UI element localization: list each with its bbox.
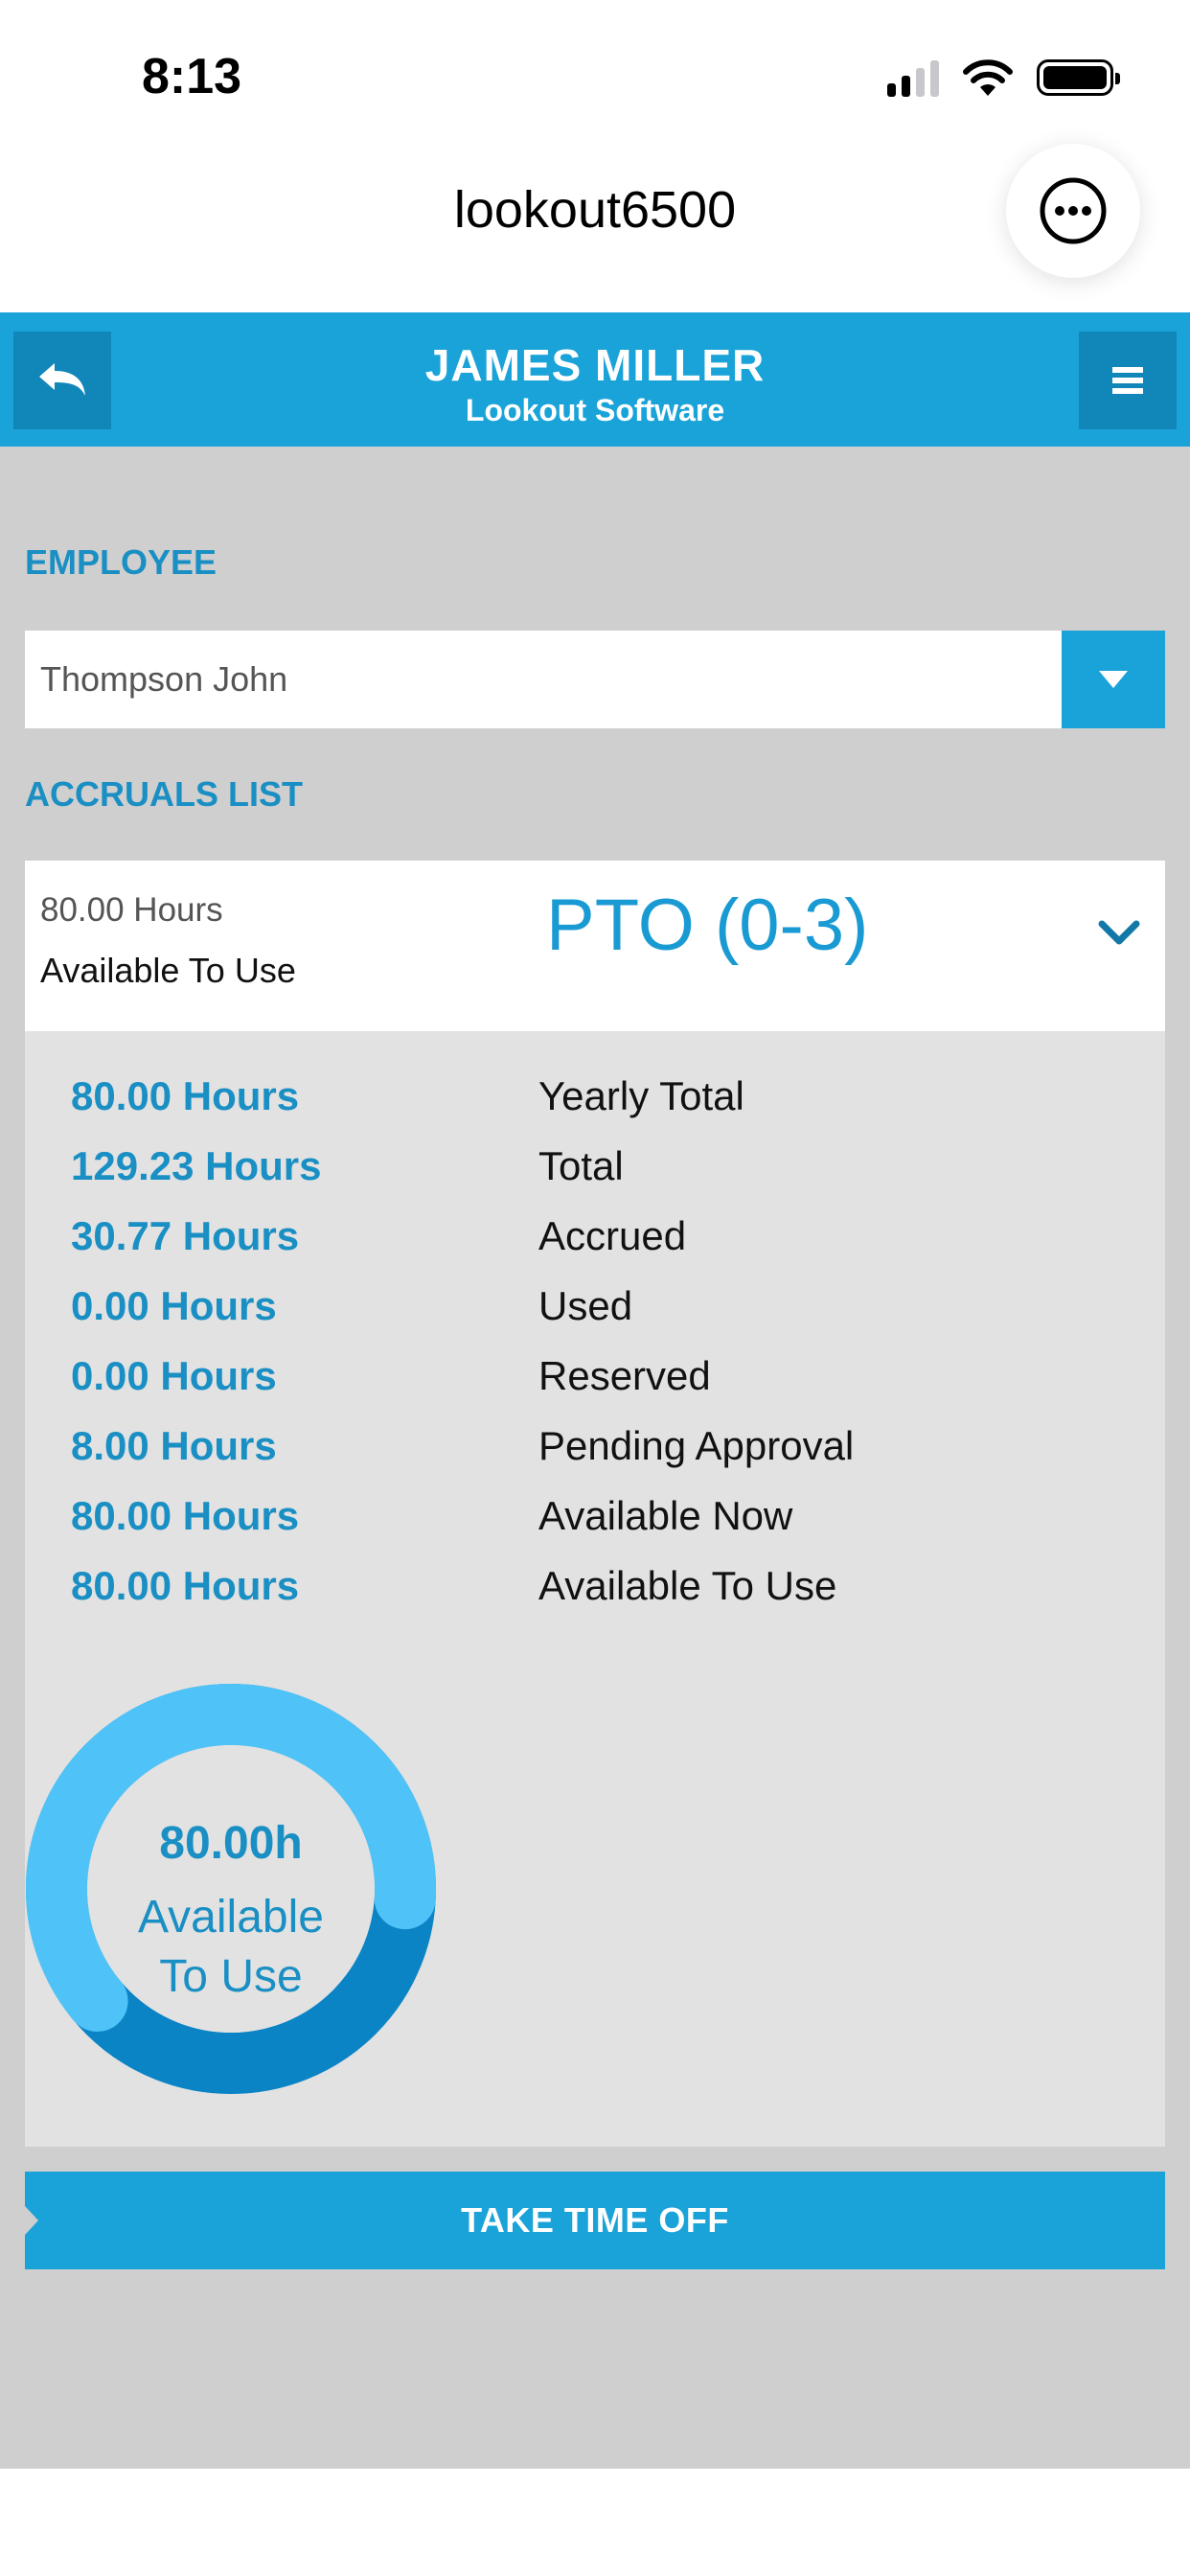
detail-row: 30.77 Hours Accrued [25, 1213, 1165, 1283]
detail-row: 80.00 Hours Yearly Total [25, 1073, 1165, 1143]
detail-value: 80.00 Hours [71, 1563, 300, 1608]
detail-label: Total [538, 1143, 624, 1188]
accrual-name: PTO (0-3) [546, 885, 869, 966]
detail-value: 30.77 Hours [71, 1213, 300, 1258]
app-header: JAMES MILLER Lookout Software [0, 312, 1190, 447]
detail-row: 129.23 Hours Total [25, 1143, 1165, 1213]
employee-select[interactable]: Thompson John [25, 631, 1165, 728]
take-time-off-button[interactable]: TAKE TIME OFF [25, 2172, 1165, 2269]
detail-value: 0.00 Hours [71, 1353, 277, 1398]
detail-value: 129.23 Hours [71, 1143, 322, 1188]
detail-label: Yearly Total [538, 1073, 744, 1118]
availability-donut: 80.00h Available To Use [25, 1683, 437, 2095]
donut-label-line1: Available [138, 1892, 324, 1943]
company-name: Lookout Software [465, 393, 725, 427]
detail-value: 80.00 Hours [71, 1493, 300, 1538]
accrual-hours-caption: Available To Use [40, 951, 296, 990]
detail-label: Used [538, 1283, 633, 1328]
employee-label: EMPLOYEE [25, 542, 217, 582]
detail-value: 0.00 Hours [71, 1283, 277, 1328]
detail-label: Reserved [538, 1353, 711, 1398]
accruals-list-label: ACCRUALS LIST [25, 774, 303, 814]
status-bar: 8:13 [0, 0, 1190, 144]
detail-value: 80.00 Hours [71, 1073, 300, 1118]
detail-row: 80.00 Hours Available Now [25, 1493, 1165, 1563]
donut-text: 80.00h Available To Use [25, 1683, 437, 2095]
cellular-signal-icon [887, 58, 939, 97]
detail-label: Pending Approval [538, 1423, 855, 1468]
more-options-button[interactable] [1006, 144, 1140, 278]
accrual-hours: 80.00 Hours [40, 891, 223, 929]
detail-label: Available Now [538, 1493, 793, 1538]
status-time: 8:13 [142, 49, 242, 104]
donut-value: 80.00h [159, 1818, 303, 1869]
employee-dropdown-button[interactable] [1062, 631, 1165, 728]
detail-row: 80.00 Hours Available To Use [25, 1563, 1165, 1633]
detail-label: Available To Use [538, 1563, 837, 1608]
status-icons [887, 58, 1120, 98]
user-name: JAMES MILLER [424, 340, 766, 390]
accrual-header[interactable]: 80.00 Hours Available To Use PTO (0-3) [25, 861, 1165, 1046]
donut-label-line2: To Use [159, 1951, 303, 2002]
button-notch [25, 2206, 38, 2235]
employee-selected-value: Thompson John [40, 659, 288, 699]
main-content: EMPLOYEE Thompson John ACCRUALS LIST 80.… [0, 447, 1190, 2469]
detail-row: 0.00 Hours Used [25, 1283, 1165, 1353]
hamburger-menu-icon [1112, 367, 1143, 394]
take-time-off-label: TAKE TIME OFF [461, 2200, 729, 2240]
detail-value: 8.00 Hours [71, 1423, 277, 1468]
browser-title-bar: lookout6500 [0, 144, 1190, 312]
battery-icon [1037, 59, 1120, 96]
detail-row: 8.00 Hours Pending Approval [25, 1423, 1165, 1493]
detail-label: Accrued [538, 1213, 687, 1258]
detail-row: 0.00 Hours Reserved [25, 1353, 1165, 1423]
accrual-card: 80.00 Hours Available To Use PTO (0-3) 8… [25, 861, 1165, 2147]
wifi-icon [963, 59, 1013, 96]
menu-button[interactable] [1079, 332, 1177, 429]
chevron-down-icon[interactable] [1098, 918, 1140, 947]
caret-down-icon [1099, 671, 1128, 688]
donut-label: Available To Use [111, 1888, 351, 2007]
bottom-area [0, 2469, 1190, 2576]
more-icon [1040, 177, 1107, 244]
accrual-details: 80.00 Hours Yearly Total 129.23 Hours To… [25, 1031, 1165, 2147]
